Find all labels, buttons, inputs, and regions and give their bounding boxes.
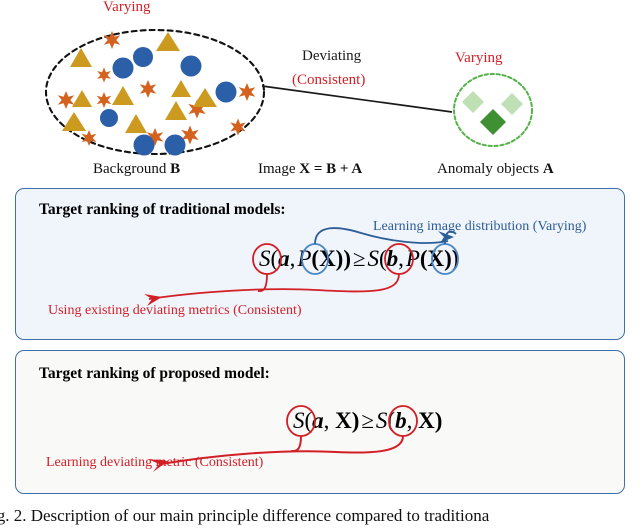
proposed-model-box: Target ranking of proposed model: Learni… <box>15 350 625 494</box>
box1-left-item: a <box>278 246 290 271</box>
connector-line <box>261 85 453 113</box>
box2-title: Target ranking of proposed model: <box>39 365 270 382</box>
box1-red-annotation: Using existing deviating metrics (Consis… <box>48 303 302 318</box>
anomaly-caption-text: Anomaly objects <box>437 161 540 177</box>
box2-red-arrow-2 <box>290 435 302 453</box>
box1-right-comma: , <box>398 246 404 271</box>
image-caption: Image X = B + A <box>258 161 362 178</box>
box2-right-open: ( <box>387 408 396 433</box>
box1-blue-annotation: Learning image distribution (Varying) <box>373 219 587 234</box>
box2-right-arg: X) <box>418 408 443 433</box>
box1-right-arg: (X)) <box>419 246 460 271</box>
box1-left-dist: P <box>297 246 312 271</box>
background-caption: Background B <box>93 161 180 178</box>
box1-formula: S(a, P(X)) ≥ S(b, P(X)) <box>259 246 459 272</box>
box1-right-dist: P <box>405 246 420 271</box>
box1-relation: ≥ <box>352 246 366 271</box>
box2-left-comma: , <box>323 408 330 433</box>
anomaly-caption-symbol: A <box>542 161 554 177</box>
box1-left-comma: , <box>289 246 296 271</box>
box2-left-score: S <box>293 408 305 433</box>
background-caption-symbol: B <box>170 161 181 177</box>
figure-root: Varying Varying Deviating (Consistent) B… <box>0 0 640 530</box>
figure-caption: ig. 2. Description of our main principle… <box>0 506 490 525</box>
anomaly-caption: Anomaly objects A <box>437 161 554 178</box>
concept-diagram: Varying Varying Deviating (Consistent) B… <box>0 0 640 182</box>
deviating-label: Deviating <box>302 48 362 64</box>
box1-right-item: b <box>386 246 399 271</box>
box1-left-arg: (X)) <box>311 246 351 271</box>
box2-relation: ≥ <box>361 408 374 433</box>
deviating-consistent-label: (Consistent) <box>292 72 366 88</box>
box1-title: Target ranking of traditional models: <box>39 201 286 218</box>
image-caption-text: Image <box>258 161 296 177</box>
box1-red-arrow-2 <box>257 273 268 293</box>
image-caption-formula: X = B + A <box>299 161 363 177</box>
diagram-canvas <box>44 28 533 156</box>
background-caption-text: Background <box>93 161 167 177</box>
background-varying-label: Varying <box>103 0 151 15</box>
box1-right-open: ( <box>378 246 387 271</box>
traditional-models-box: Target ranking of traditional models: Le… <box>15 188 625 340</box>
box1-right-score: S <box>367 246 379 271</box>
box1-left-score: S <box>259 246 271 271</box>
box2-right-item: b <box>395 408 407 433</box>
box2-left-arg: X) <box>335 408 360 433</box>
box2-right-comma: , <box>406 408 413 433</box>
box1-red-arrow <box>148 273 400 300</box>
box2-left-item: a <box>312 408 324 433</box>
box2-right-score: S <box>375 408 388 433</box>
anomaly-varying-label: Varying <box>455 50 503 66</box>
box2-red-annotation: Learning deviating metric (Consistent) <box>46 455 264 470</box>
box2-formula: S(a, X) ≥ S(b, X) <box>293 408 442 434</box>
